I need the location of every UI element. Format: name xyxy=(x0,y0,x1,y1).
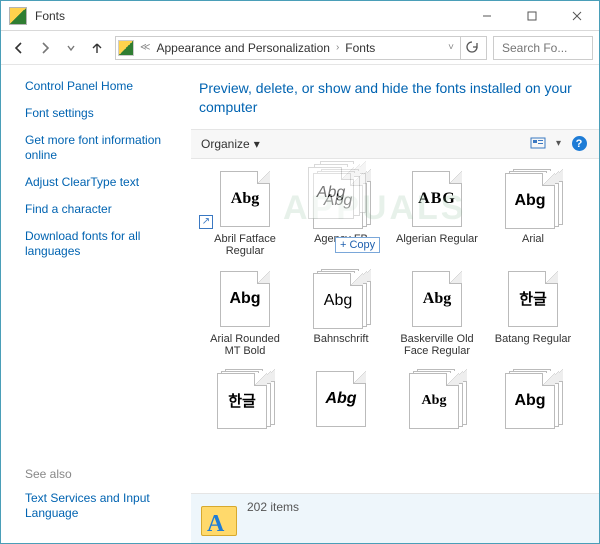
font-label: Bahnschrift xyxy=(313,333,368,359)
chevron-right-icon[interactable]: › xyxy=(334,42,341,53)
sidebar-link-download-fonts[interactable]: Download fonts for all languages xyxy=(25,229,179,259)
font-thumbnail: ABG xyxy=(407,169,467,229)
address-bar[interactable]: ≪ Appearance and Personalization › Fonts… xyxy=(115,36,487,60)
drag-copy-tooltip: + Copy xyxy=(335,237,380,253)
font-item[interactable]: 한글 Batang Regular xyxy=(487,267,579,361)
font-item[interactable]: Abg Arial Rounded MT Bold xyxy=(199,267,291,361)
main-panel: Preview, delete, or show and hide the fo… xyxy=(191,65,599,543)
font-item[interactable]: AbgAbgAbg Bahnschrift xyxy=(295,267,387,361)
breadcrumb-level1[interactable]: Appearance and Personalization xyxy=(156,41,329,55)
refresh-button[interactable] xyxy=(460,37,484,59)
font-sample: Abg xyxy=(316,371,366,427)
breadcrumb-level2[interactable]: Fonts xyxy=(345,41,375,55)
sidebar-link-find-character[interactable]: Find a character xyxy=(25,202,179,217)
font-grid-area[interactable]: APPUALS Abg Abg Abg Abg↗Abril Fatface Re… xyxy=(191,159,599,493)
font-item[interactable]: Abg ↗ Abril Fatface Regular xyxy=(199,167,291,261)
shortcut-arrow-icon: ↗ xyxy=(199,215,213,229)
help-button[interactable]: ? xyxy=(569,134,589,154)
navbar: ≪ Appearance and Personalization › Fonts… xyxy=(1,31,599,65)
font-thumbnail: Abg xyxy=(215,169,275,229)
font-thumbnail: AbgAbgAbg xyxy=(407,369,467,429)
font-sample: Abg xyxy=(505,373,555,429)
font-sample: Abg xyxy=(412,271,462,327)
up-button[interactable] xyxy=(85,36,109,60)
toolbar: Organize ▾ ▾ ? xyxy=(191,129,599,159)
maximize-button[interactable] xyxy=(509,1,554,30)
font-sample: Abg xyxy=(313,273,363,329)
status-count: 202 items xyxy=(247,500,299,514)
font-sample: Abg xyxy=(220,271,270,327)
view-dropdown-icon[interactable]: ▾ xyxy=(556,138,561,149)
font-thumbnail: AbgAbgAbg xyxy=(503,369,563,429)
font-thumbnail: AbgAbgAbg xyxy=(503,169,563,229)
font-thumbnail: AbgAbgAbg xyxy=(311,269,371,329)
font-label: Algerian Regular xyxy=(396,233,478,259)
font-item[interactable]: AbgAbgAbg Arial xyxy=(487,167,579,261)
font-label: Abril Fatface Regular xyxy=(201,233,289,259)
font-sample: Abg xyxy=(505,173,555,229)
font-item[interactable]: Abg Baskerville Old Face Regular xyxy=(391,267,483,361)
font-sample: Abg xyxy=(313,173,363,229)
font-thumbnail: Abg xyxy=(407,269,467,329)
control-panel-home-link[interactable]: Control Panel Home xyxy=(25,79,179,94)
fonts-location-icon xyxy=(118,40,134,56)
sidebar-link-cleartype[interactable]: Adjust ClearType text xyxy=(25,175,179,190)
font-item[interactable]: Abg xyxy=(295,367,387,461)
sidebar-link-font-settings[interactable]: Font settings xyxy=(25,106,179,121)
search-box[interactable] xyxy=(493,36,593,60)
minimize-button[interactable] xyxy=(464,1,509,30)
recent-locations-button[interactable] xyxy=(59,36,83,60)
font-sample: ABG xyxy=(412,171,462,227)
sidebar-link-more-info[interactable]: Get more font information online xyxy=(25,133,179,163)
organize-label: Organize xyxy=(201,137,250,151)
font-label: Arial xyxy=(522,233,544,259)
view-options-button[interactable] xyxy=(528,134,548,154)
close-button[interactable] xyxy=(554,1,599,30)
page-title: Preview, delete, or show and hide the fo… xyxy=(191,65,599,129)
breadcrumb-sep-icon: ≪ xyxy=(138,42,152,53)
font-thumbnail: Abg xyxy=(311,369,371,429)
font-item[interactable]: AbgAbgAbg xyxy=(391,367,483,461)
search-input[interactable] xyxy=(500,40,586,56)
app-icon xyxy=(9,7,27,25)
font-sample: 한글 xyxy=(217,373,267,429)
font-thumbnail: Abg xyxy=(215,269,275,329)
chevron-down-icon: ▾ xyxy=(254,137,260,151)
font-sample: Abg xyxy=(409,373,459,429)
help-icon: ? xyxy=(572,136,587,151)
font-item[interactable]: ABG Algerian Regular xyxy=(391,167,483,261)
back-button[interactable] xyxy=(7,36,31,60)
status-bar: A 202 items xyxy=(191,493,599,543)
organize-button[interactable]: Organize ▾ xyxy=(201,137,260,151)
font-label: Baskerville Old Face Regular xyxy=(393,333,481,359)
font-item[interactable]: 한글한글한글 xyxy=(199,367,291,461)
font-item[interactable]: AbgAbgAbg xyxy=(487,367,579,461)
titlebar: Fonts xyxy=(1,1,599,31)
sidebar: Control Panel Home Font settings Get mor… xyxy=(1,65,191,543)
font-label: Batang Regular xyxy=(495,333,571,359)
font-item[interactable]: AbgAbgAbgAgency FB+ Copy xyxy=(295,167,387,261)
font-sample: 한글 xyxy=(508,271,558,327)
font-thumbnail: 한글 xyxy=(503,269,563,329)
see-also-text-services[interactable]: Text Services and Input Language xyxy=(25,491,179,521)
window-title: Fonts xyxy=(35,9,464,23)
font-thumbnail: 한글한글한글 xyxy=(215,369,275,429)
see-also-heading: See also xyxy=(25,467,179,481)
font-sample: Abg xyxy=(220,171,270,227)
address-dropdown-button[interactable]: ˅ xyxy=(446,42,456,53)
font-thumbnail: AbgAbgAbg xyxy=(311,169,371,229)
fonts-folder-icon: A xyxy=(201,502,237,536)
forward-button[interactable] xyxy=(33,36,57,60)
font-label: Arial Rounded MT Bold xyxy=(201,333,289,359)
